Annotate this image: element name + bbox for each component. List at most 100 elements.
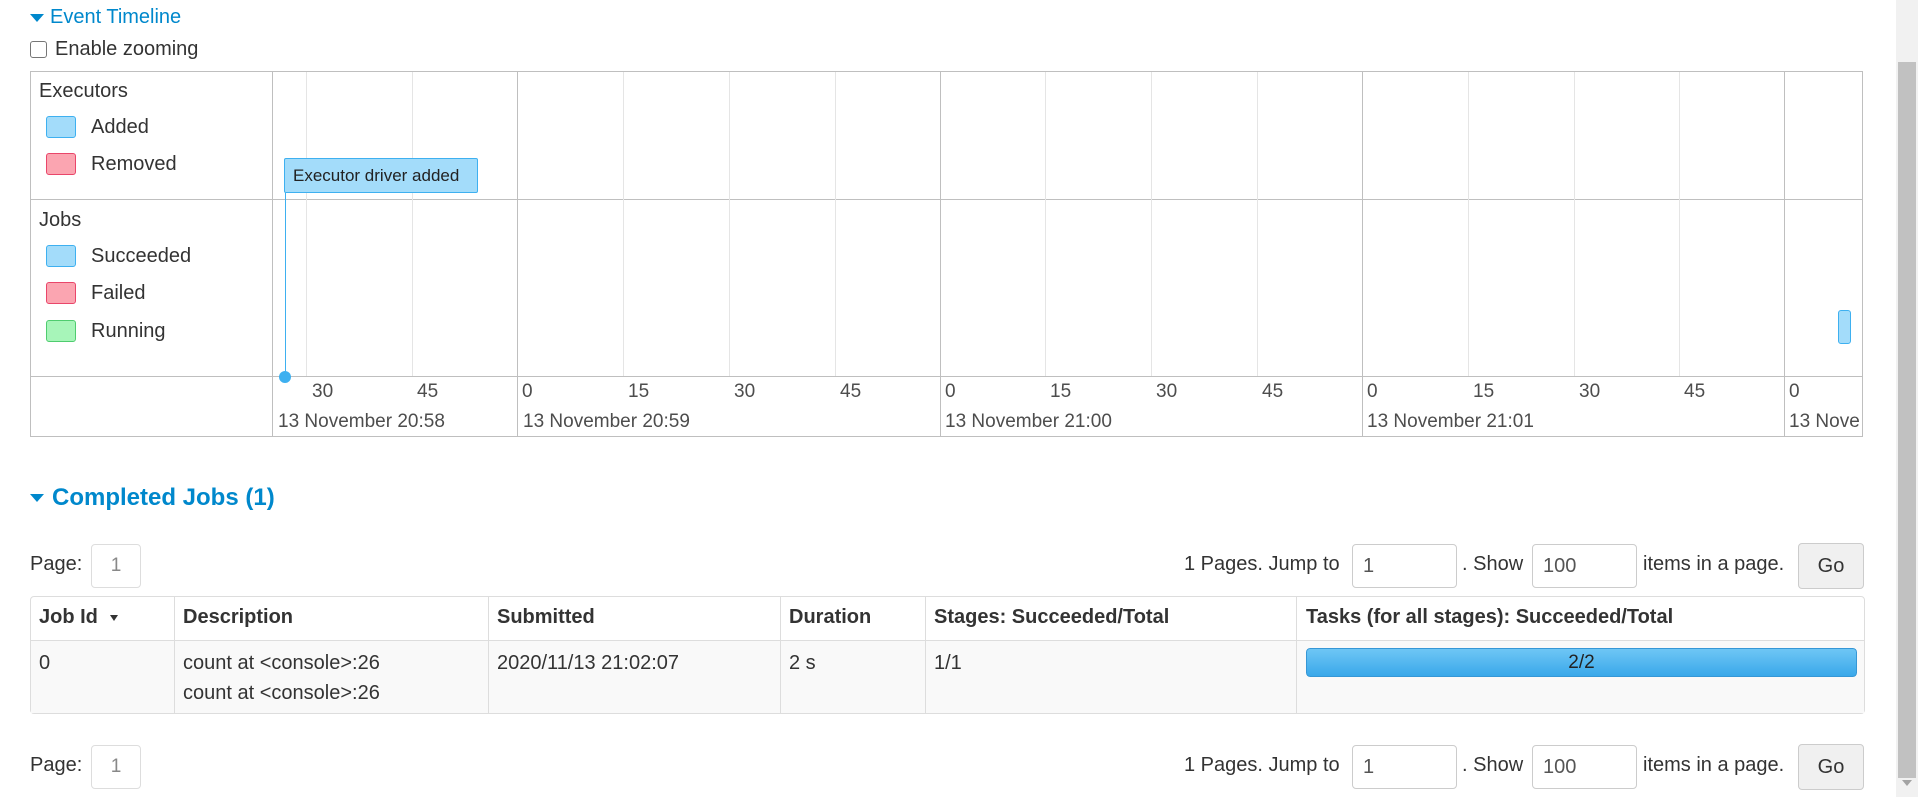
column-header-job-id[interactable]: Job Id [39, 606, 118, 629]
table-column-divider [925, 597, 926, 713]
scrollbar-thumb[interactable] [1898, 62, 1916, 778]
pages-jump-label-bottom: 1 Pages. Jump to [1184, 754, 1340, 776]
legend-swatch-succeeded [46, 245, 76, 267]
timeline-label-separator [272, 71, 273, 437]
column-header-stages[interactable]: Stages: Succeeded/Total [934, 606, 1169, 629]
page-number-button-bottom[interactable]: 1 [91, 745, 141, 789]
axis-tick-label: 45 [1262, 381, 1284, 402]
timeline-axis-separator [30, 376, 1863, 377]
axis-tick-label: 15 [628, 381, 650, 402]
axis-tick-label: 30 [1156, 381, 1178, 402]
jump-to-page-input-bottom[interactable] [1352, 745, 1457, 789]
legend-label-failed: Failed [91, 282, 146, 304]
axis-tick-label: 30 [1579, 381, 1601, 402]
completed-jobs-toggle[interactable]: Completed Jobs (1) [30, 484, 275, 512]
column-header-job-id-label: Job Id [39, 606, 98, 628]
grid-line [1574, 72, 1575, 376]
executor-driver-added-event[interactable]: Executor driver added [284, 158, 478, 193]
table-column-divider [174, 597, 175, 713]
event-timeline-toggle[interactable]: Event Timeline [30, 6, 181, 29]
grid-line [623, 72, 624, 376]
completed-jobs-title: Completed Jobs (1) [52, 484, 275, 511]
grid-line [1679, 72, 1680, 376]
axis-tick-label: 15 [1473, 381, 1495, 402]
go-button[interactable]: Go [1798, 543, 1864, 589]
items-per-page-input[interactable] [1532, 544, 1637, 588]
table-column-divider [1296, 597, 1297, 713]
jobs-group-label: Jobs [39, 209, 82, 231]
legend-swatch-removed [46, 153, 76, 175]
cell-job-id: 0 [39, 652, 51, 674]
axis-date-label: 13 November 21:00 [945, 411, 1112, 432]
axis-tick-label: 30 [734, 381, 756, 402]
page-label: Page: [30, 553, 83, 575]
enable-zooming-checkbox[interactable] [30, 41, 47, 58]
axis-tick-label: 0 [1789, 381, 1800, 402]
axis-date-label: 13 November 20:59 [523, 411, 690, 432]
column-header-description[interactable]: Description [183, 606, 293, 629]
legend-label-running: Running [91, 320, 166, 342]
scroll-down-arrow-icon[interactable] [1902, 780, 1912, 786]
axis-tick-label: 30 [312, 381, 334, 402]
cell-submitted: 2020/11/13 21:02:07 [497, 652, 680, 674]
items-in-page-label-bottom: items in a page. [1643, 754, 1785, 776]
cell-stages: 1/1 [934, 652, 962, 674]
page-number-button[interactable]: 1 [91, 544, 141, 588]
cell-duration: 2 s [789, 652, 816, 674]
axis-tick-label: 0 [522, 381, 533, 402]
job-description-link[interactable]: count at <console>:26 [183, 682, 380, 705]
grid-line-major [517, 72, 518, 436]
table-header-divider [31, 640, 1864, 641]
grid-line [835, 72, 836, 376]
grid-line [1468, 72, 1469, 376]
axis-date-label: 13 Nove [1789, 411, 1860, 432]
enable-zooming-row: Enable zooming [30, 38, 198, 61]
legend-label-removed: Removed [91, 153, 177, 175]
legend-swatch-added [46, 116, 76, 138]
page-label-bottom: Page: [30, 754, 83, 776]
grid-line [306, 72, 307, 376]
timeline-group-separator [30, 199, 1863, 200]
sort-desc-icon [109, 614, 118, 621]
legend-swatch-running [46, 320, 76, 342]
axis-tick-label: 0 [1367, 381, 1378, 402]
table-column-divider [780, 597, 781, 713]
table-column-divider [488, 597, 489, 713]
executor-event-dot[interactable] [279, 371, 291, 383]
pages-jump-label: 1 Pages. Jump to [1184, 553, 1340, 575]
enable-zooming-label: Enable zooming [55, 38, 199, 60]
go-button-bottom[interactable]: Go [1798, 744, 1864, 790]
executors-group-label: Executors [39, 80, 128, 102]
grid-line-major [1362, 72, 1363, 436]
caret-down-icon [30, 494, 44, 502]
grid-line-major [940, 72, 941, 436]
cell-description: count at <console>:26 [183, 652, 380, 674]
axis-tick-label: 45 [417, 381, 439, 402]
legend-swatch-failed [46, 282, 76, 304]
column-header-tasks[interactable]: Tasks (for all stages): Succeeded/Total [1306, 606, 1673, 629]
grid-line [1045, 72, 1046, 376]
axis-date-label: 13 November 20:58 [278, 411, 445, 432]
column-header-submitted[interactable]: Submitted [497, 606, 595, 629]
caret-down-icon [30, 13, 44, 22]
legend-label-added: Added [91, 116, 149, 138]
grid-line [1257, 72, 1258, 376]
axis-tick-label: 15 [1050, 381, 1072, 402]
show-label: . Show [1462, 553, 1524, 575]
axis-tick-label: 0 [945, 381, 956, 402]
axis-tick-label: 45 [1684, 381, 1706, 402]
show-label-bottom: . Show [1462, 754, 1524, 776]
grid-line [1151, 72, 1152, 376]
grid-line [412, 72, 413, 376]
jump-to-page-input[interactable] [1352, 544, 1457, 588]
column-header-duration[interactable]: Duration [789, 606, 871, 629]
items-in-page-label: items in a page. [1643, 553, 1785, 575]
grid-line [729, 72, 730, 376]
items-per-page-input-bottom[interactable] [1532, 745, 1637, 789]
event-timeline-title: Event Timeline [50, 6, 182, 28]
tasks-progress-text: 2/2 [1568, 652, 1595, 673]
executor-event-line [285, 193, 286, 376]
tasks-progress-bar: 2/2 [1306, 648, 1857, 677]
grid-line-major [1784, 72, 1785, 436]
job-event-bar[interactable] [1838, 310, 1851, 344]
